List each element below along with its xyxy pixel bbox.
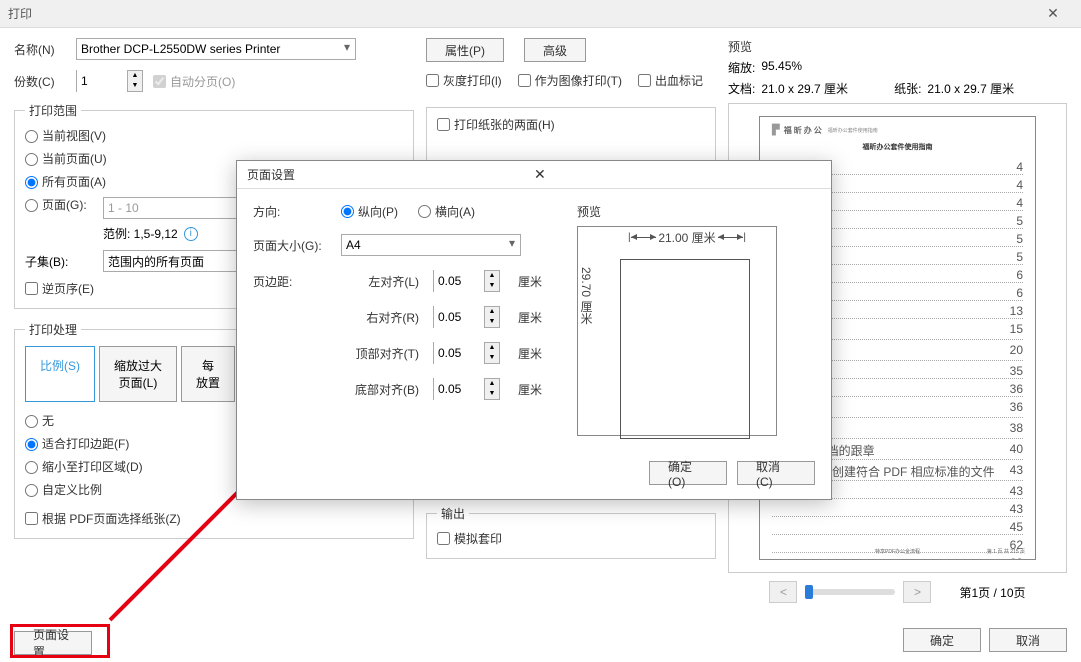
tab-tile[interactable]: 每 放置 (181, 346, 235, 402)
orientation-landscape[interactable]: 横向(A) (418, 203, 475, 220)
zoom-label: 缩放: (728, 59, 755, 76)
dialog-preview: | 21.00 厘米 | 29.70 厘米 (577, 226, 777, 436)
spin-down-icon[interactable]: ▼ (128, 81, 142, 91)
copies-spinner[interactable]: ▲▼ (76, 70, 143, 92)
orientation-portrait[interactable]: 纵向(P) (341, 203, 398, 220)
doc-label: 文档: (728, 80, 755, 97)
spin-up-icon[interactable]: ▲ (128, 71, 142, 81)
toc-line: 45 (772, 520, 1023, 535)
ok-button[interactable]: 确定 (903, 628, 981, 652)
advanced-button[interactable]: 高级 (524, 38, 586, 62)
tab-scale[interactable]: 比例(S) (25, 346, 95, 402)
collate-check: 自动分页(O) (153, 73, 235, 90)
dialog-cancel-button[interactable]: 取消(C) (737, 461, 815, 485)
page-setup-button[interactable]: 页面设置 (14, 631, 92, 655)
reverse-check[interactable]: 逆页序(E) (25, 280, 94, 297)
cancel-button[interactable]: 取消 (989, 628, 1067, 652)
subset-label: 子集(B): (25, 253, 103, 270)
window-title: 打印 (8, 5, 1033, 22)
margin-left-spinner[interactable]: ▲▼ (433, 270, 500, 292)
choose-by-pdf-check[interactable]: 根据 PDF页面选择纸张(Z) (25, 510, 181, 527)
dialog-close-icon[interactable]: ✕ (534, 166, 821, 183)
titlebar: 打印 ✕ (0, 0, 1081, 28)
copies-label: 份数(C) (14, 73, 66, 90)
page-setup-dialog: 页面设置 ✕ 方向: 纵向(P) 横向(A) 页面大小(G): 页边距: 左对齐… (236, 160, 832, 500)
example-label: 范例: 1,5-9,12 (103, 225, 178, 242)
dialog-preview-title: 预览 (577, 203, 815, 220)
name-label: 名称(N) (14, 41, 66, 58)
toc-line: 63 (772, 556, 1023, 560)
dialog-ok-button[interactable]: 确定(O) (649, 461, 727, 485)
page-size-label: 页面大小(G): (253, 237, 331, 254)
range-current-view[interactable]: 当前视图(V) (25, 127, 403, 144)
range-pages[interactable]: 页面(G): (25, 196, 103, 213)
paper-label: 纸张: (894, 80, 921, 97)
doc-value: 21.0 x 29.7 厘米 (761, 80, 848, 97)
page-slider[interactable] (805, 589, 895, 595)
prev-page-button[interactable]: < (769, 581, 797, 603)
preview-title: 预览 (728, 38, 1067, 55)
printer-select[interactable] (76, 38, 356, 60)
duplex-check[interactable]: 打印纸张的两面(H) (437, 116, 555, 133)
margin-label: 页边距: (253, 273, 331, 290)
preview-logo: 福昕办公 (784, 125, 824, 136)
margin-bottom-spinner[interactable]: ▲▼ (433, 378, 500, 400)
margin-right-spinner[interactable]: ▲▼ (433, 306, 500, 328)
tab-large[interactable]: 缩放过大 页面(L) (99, 346, 177, 402)
margin-top-spinner[interactable]: ▲▼ (433, 342, 500, 364)
toc-line: 43 (772, 502, 1023, 517)
info-icon[interactable]: i (184, 227, 198, 241)
zoom-value: 95.45% (761, 59, 802, 76)
preview-header: 福昕办公套件使用指南 (772, 142, 1023, 152)
grayscale-check[interactable]: 灰度打印(l) (426, 72, 502, 89)
next-page-button[interactable]: > (903, 581, 931, 603)
page-size-select[interactable] (341, 234, 521, 256)
bleed-check[interactable]: 出血标记 (638, 72, 703, 89)
simulate-check[interactable]: 模拟套印 (437, 530, 502, 547)
page-info: 第1页 / 10页 (959, 584, 1025, 601)
as-image-check[interactable]: 作为图像打印(T) (518, 72, 622, 89)
paper-value: 21.0 x 29.7 厘米 (927, 80, 1014, 97)
output-group: 输出 模拟套印 (426, 505, 716, 559)
orientation-label: 方向: (253, 203, 331, 220)
dialog-title: 页面设置 (247, 166, 534, 183)
properties-button[interactable]: 属性(P) (426, 38, 504, 62)
close-icon[interactable]: ✕ (1033, 5, 1073, 22)
